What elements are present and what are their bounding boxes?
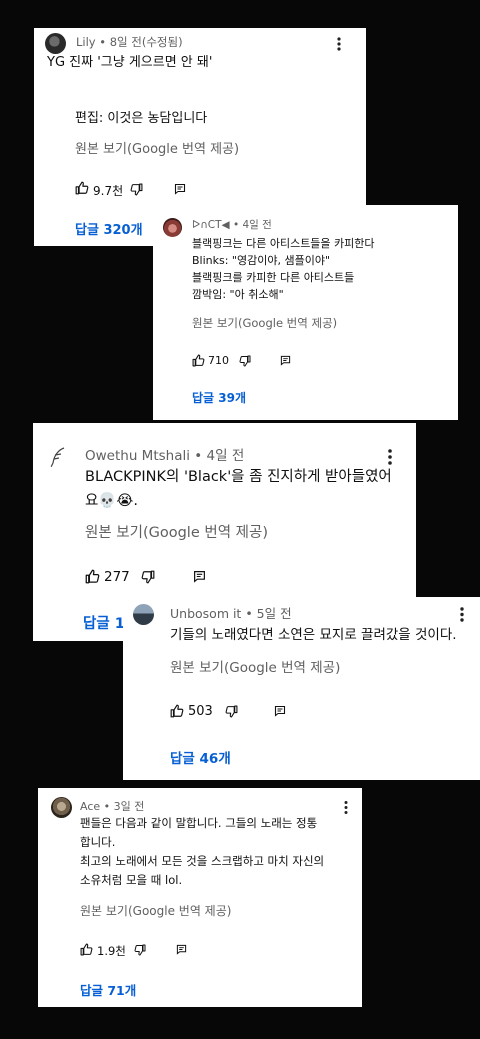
comment-text-line: 소유처럼 모을 때 lol.: [80, 873, 183, 887]
comment-card: Unbosom it • 5일 전 기들의 노래였다면 소연은 묘지로 끌려갔을…: [123, 597, 480, 780]
like-count: 710: [208, 354, 229, 367]
thumb-up-icon[interactable]: [192, 354, 205, 367]
comment-author[interactable]: Ace: [80, 800, 100, 813]
comment-meta: ᐅ∩CT◀ • 4일 전: [192, 217, 272, 232]
comment-text-line: 최고의 노래에서 모든 것을 스크랩하고 마치 자신의: [80, 854, 325, 868]
see-original-link[interactable]: 원본 보기(Google 번역 제공): [80, 902, 231, 919]
comment-time: • 4일 전: [194, 448, 245, 464]
thumb-up-icon[interactable]: [75, 181, 89, 195]
more-vert-icon[interactable]: [457, 606, 467, 627]
comment-text-line: BLACKPINK의 'Black'을 좀 진지하게 받아들였어: [85, 469, 392, 485]
comment-reply-icon[interactable]: [274, 705, 286, 717]
comment-reply-icon[interactable]: [193, 570, 206, 583]
see-original-link[interactable]: 원본 보기(Google 번역 제공): [85, 521, 268, 542]
comment-time: • 8일 전(수정됨): [99, 35, 183, 49]
see-original-link[interactable]: 원본 보기(Google 번역 제공): [170, 656, 340, 676]
comment-text-line: 편집: 이것은 농담입니다: [75, 111, 208, 126]
comment-reply-icon[interactable]: [174, 183, 186, 195]
see-original-link[interactable]: 원본 보기(Google 번역 제공): [75, 138, 239, 157]
comment-reply-icon[interactable]: [176, 944, 187, 955]
replies-button[interactable]: 답글 46개: [170, 747, 231, 767]
see-original-link[interactable]: 원본 보기(Google 번역 제공): [192, 315, 337, 331]
comment-time: • 4일 전: [232, 219, 272, 231]
thumb-down-icon[interactable]: [130, 183, 143, 196]
thumb-up-icon[interactable]: [170, 704, 184, 718]
feather-icon: [50, 447, 65, 468]
thumb-down-icon[interactable]: [225, 705, 238, 718]
comment-meta: Owethu Mtshali • 4일 전: [85, 444, 244, 464]
comment-card: Ace • 3일 전 팬들은 다음과 같이 말합니다. 그들의 노래는 정통 합…: [38, 788, 362, 1007]
like-count: 1.9천: [97, 944, 126, 958]
like-count: 503: [188, 704, 213, 719]
comment-time: • 5일 전: [245, 606, 292, 621]
thumb-down-icon[interactable]: [141, 570, 155, 584]
comment-author[interactable]: Unbosom it: [170, 606, 241, 621]
thumb-down-icon[interactable]: [134, 944, 146, 956]
like-count: 9.7천: [93, 184, 124, 198]
comment-text-line: Blinks: "영감이야, 샘플이야": [192, 254, 331, 267]
like-count: 277: [104, 569, 130, 585]
comment-text-line: 요💀😭.: [85, 493, 138, 509]
comment-time: • 3일 전: [103, 800, 145, 813]
comment-text-line: 기들의 노래였다면 소연은 묘지로 끌려갔을 것이다.: [170, 627, 457, 643]
comment-text-line: 팬들은 다음과 같이 말합니다. 그들의 노래는 정통: [80, 816, 318, 830]
comment-author[interactable]: Lily: [76, 35, 96, 49]
comment-text-line: 블랙핑크를 카피한 다른 아티스트들: [192, 271, 355, 284]
comment-meta: Ace • 3일 전: [80, 798, 144, 814]
comment-card: ᐅ∩CT◀ • 4일 전 블랙핑크는 다른 아티스트들을 카피한다 Blinks…: [153, 205, 458, 420]
replies-button[interactable]: 답글 71개: [80, 980, 136, 999]
comment-text-line: 블랙핑크는 다른 아티스트들을 카피한다: [192, 237, 375, 250]
replies-button[interactable]: 답글 1: [83, 612, 125, 633]
thumb-up-icon[interactable]: [85, 569, 100, 584]
comment-meta: Lily • 8일 전(수정됨): [76, 34, 183, 50]
comment-text-line: 깜박임: "아 취소해": [192, 288, 284, 301]
more-vert-icon[interactable]: [334, 36, 344, 56]
thumb-down-icon[interactable]: [239, 355, 251, 367]
replies-button[interactable]: 답글 320개: [75, 219, 143, 238]
thumb-up-icon[interactable]: [80, 943, 93, 956]
comment-meta: Unbosom it • 5일 전: [170, 603, 292, 622]
comment-text-line: 합니다.: [80, 835, 116, 849]
comment-author[interactable]: ᐅ∩CT◀: [192, 219, 230, 231]
avatar[interactable]: [163, 218, 182, 237]
avatar[interactable]: [133, 604, 154, 625]
replies-button[interactable]: 답글 39개: [192, 389, 246, 406]
more-vert-icon[interactable]: [341, 800, 351, 819]
comment-reply-icon[interactable]: [280, 355, 291, 366]
avatar[interactable]: [46, 445, 70, 469]
comment-text-line: YG 진짜 '그냥 게으르면 안 돼': [47, 55, 213, 70]
avatar[interactable]: [51, 797, 72, 818]
comment-author[interactable]: Owethu Mtshali: [85, 448, 190, 464]
